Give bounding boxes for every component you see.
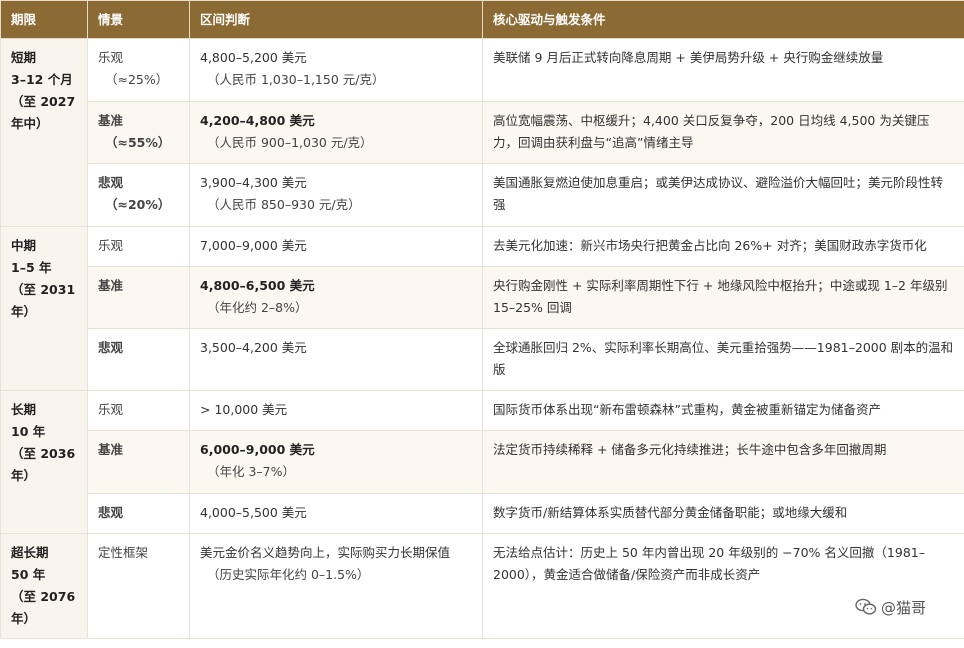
range-cell: 4,000–5,500 美元 [189, 493, 483, 534]
range-note: （人民币 850–930 元/克） [207, 197, 361, 212]
period-cell-mid: 中期 1–5 年 （至 2031 年） [0, 226, 88, 391]
period-label: 中期 [11, 238, 37, 253]
scenario-cell: 乐观 [87, 226, 190, 267]
range-cell: 3,900–4,300 美元 （人民币 850–930 元/克） [189, 163, 483, 227]
header-period: 期限 [0, 0, 88, 39]
scenario-label: 乐观 [98, 238, 124, 253]
scenario-label: 基准 [98, 278, 124, 293]
range-note: （人民币 1,030–1,150 元/克） [207, 72, 385, 87]
period-span: 3–12 个月 [11, 72, 73, 87]
driver-cell: 美国通胀复燃迫使加息重启；或美伊达成协议、避险溢价大幅回吐；美元阶段性转强 [482, 163, 964, 227]
range-note: （年化 3–7%） [207, 464, 296, 479]
period-until: （至 2076 [11, 589, 76, 604]
period-until-cont: 年中） [11, 116, 49, 131]
scenario-probability: （≈55%） [105, 135, 171, 150]
gold-forecast-table: 期限 情景 区间判断 核心驱动与触发条件 短期 3–12 个月 （至 2027 … [0, 0, 964, 639]
period-label: 短期 [11, 50, 37, 65]
range-note: （历史实际年化约 0–1.5%） [207, 567, 370, 582]
header-driver: 核心驱动与触发条件 [482, 0, 964, 39]
watermark: @猫哥 [855, 596, 926, 618]
range-value: > 10,000 美元 [200, 402, 288, 417]
period-cell-ultra: 超长期 50 年 （至 2076 年） [0, 533, 88, 639]
scenario-cell: 乐观 [87, 390, 190, 431]
period-until-cont: 年） [11, 304, 37, 319]
period-until-cont: 年） [11, 468, 37, 483]
scenario-label: 基准 [98, 113, 124, 128]
table-row: 长期 10 年 （至 2036 年） 乐观 > 10,000 美元 国际货币体系… [0, 390, 964, 534]
range-cell: 4,800–5,200 美元 （人民币 1,030–1,150 元/克） [189, 38, 483, 102]
range-cell: 4,800–6,500 美元 （年化约 2–8%） [189, 266, 483, 329]
range-value: 6,000–9,000 美元 [200, 442, 315, 457]
scenario-cell: 基准 （≈55%） [87, 101, 190, 164]
driver-cell: 数字货币/新结算体系实质替代部分黄金储备职能；或地缘大缓和 [482, 493, 964, 534]
range-value: 4,000–5,500 美元 [200, 505, 307, 520]
scenario-cell: 悲观 （≈20%） [87, 163, 190, 227]
range-value: 7,000–9,000 美元 [200, 238, 307, 253]
scenario-label: 乐观 [98, 50, 124, 65]
period-label: 超长期 [11, 545, 49, 560]
driver-cell: 国际货币体系出现“新布雷顿森林”式重构，黄金被重新锚定为储备资产 [482, 390, 964, 431]
table-row: 中期 1–5 年 （至 2031 年） 乐观 7,000–9,000 美元 去美… [0, 226, 964, 391]
header-scenario: 情景 [87, 0, 190, 39]
driver-cell: 全球通胀回归 2%、实际利率长期高位、美元重拾强势——1981–2000 剧本的… [482, 328, 964, 391]
scenario-probability: （≈25%） [105, 72, 169, 87]
driver-cell: 去美元化加速：新兴市场央行把黄金占比向 26%+ 对齐；美国财政赤字货币化 [482, 226, 964, 267]
range-cell: 7,000–9,000 美元 [189, 226, 483, 267]
range-cell: > 10,000 美元 [189, 390, 483, 431]
table-row: 基准 6,000–9,000 美元 （年化 3–7%） 法定货币持续稀释 + 储… [1, 430, 964, 494]
scenario-cell: 乐观 （≈25%） [87, 38, 190, 102]
range-value: 3,900–4,300 美元 [200, 175, 307, 190]
scenario-label: 悲观 [98, 340, 124, 355]
range-note: （年化约 2–8%） [207, 300, 308, 315]
period-until: （至 2027 [11, 94, 76, 109]
table-row: 悲观 4,000–5,500 美元 数字货币/新结算体系实质替代部分黄金储备职能… [1, 493, 964, 534]
table-row: 基准 （≈55%） 4,200–4,800 美元 （人民币 900–1,030 … [1, 101, 964, 164]
scenario-label: 悲观 [98, 175, 124, 190]
range-cell: 6,000–9,000 美元 （年化 3–7%） [189, 430, 483, 494]
scenario-label: 定性框架 [98, 545, 149, 560]
range-cell: 4,200–4,800 美元 （人民币 900–1,030 元/克） [189, 101, 483, 164]
period-cell-short: 短期 3–12 个月 （至 2027 年中） [0, 38, 88, 227]
scenario-label: 基准 [98, 442, 124, 457]
period-span: 1–5 年 [11, 260, 52, 275]
scenario-cell: 悲观 [87, 493, 190, 534]
driver-cell: 高位宽幅震荡、中枢缓升；4,400 关口反复争夺，200 日均线 4,500 为… [482, 101, 964, 164]
table-row: 超长期 50 年 （至 2076 年） 定性框架 美元金价名义趋势向上，实际购买… [0, 533, 964, 639]
table-row: 短期 3–12 个月 （至 2027 年中） 乐观 （≈25%） 4,800–5… [0, 38, 964, 227]
table-row: 悲观 （≈20%） 3,900–4,300 美元 （人民币 850–930 元/… [1, 163, 964, 227]
scenario-cell: 基准 [87, 266, 190, 329]
period-until-cont: 年） [11, 611, 37, 626]
header-range: 区间判断 [189, 0, 483, 39]
range-note: （人民币 900–1,030 元/克） [207, 135, 373, 150]
range-value: 3,500–4,200 美元 [200, 340, 307, 355]
range-value: 美元金价名义趋势向上，实际购买力长期保值 [200, 545, 451, 560]
scenario-label: 悲观 [98, 505, 124, 520]
scenario-cell: 定性框架 [87, 533, 190, 639]
range-value: 4,200–4,800 美元 [200, 113, 315, 128]
scenario-cell: 悲观 [87, 328, 190, 391]
scenario-label: 乐观 [98, 402, 124, 417]
wechat-icon [855, 598, 877, 616]
period-span: 50 年 [11, 567, 46, 582]
table-row: 基准 4,800–6,500 美元 （年化约 2–8%） 央行购金刚性 + 实际… [1, 266, 964, 329]
table-row: 悲观 3,500–4,200 美元 全球通胀回归 2%、实际利率长期高位、美元重… [1, 328, 964, 391]
period-until: （至 2036 [11, 446, 76, 461]
driver-cell: 法定货币持续稀释 + 储备多元化持续推进；长牛途中包含多年回撤周期 [482, 430, 964, 494]
period-span: 10 年 [11, 424, 46, 439]
watermark-text: @猫哥 [881, 598, 927, 617]
driver-cell: 央行购金刚性 + 实际利率周期性下行 + 地缘风险中枢抬升；中途或现 1–2 年… [482, 266, 964, 329]
scenario-probability: （≈20%） [105, 197, 171, 212]
scenario-cell: 基准 [87, 430, 190, 494]
range-value: 4,800–6,500 美元 [200, 278, 315, 293]
range-cell: 美元金价名义趋势向上，实际购买力长期保值 （历史实际年化约 0–1.5%） [189, 533, 483, 639]
driver-cell: 美联储 9 月后正式转向降息周期 + 美伊局势升级 + 央行购金继续放量 [482, 38, 964, 102]
driver-cell: 无法给点估计：历史上 50 年内曾出现 20 年级别的 −70% 名义回撤（19… [482, 533, 964, 639]
range-value: 4,800–5,200 美元 [200, 50, 307, 65]
header-row: 期限 情景 区间判断 核心驱动与触发条件 [0, 0, 964, 39]
period-cell-long: 长期 10 年 （至 2036 年） [0, 390, 88, 534]
period-until: （至 2031 [11, 282, 76, 297]
period-label: 长期 [11, 402, 37, 417]
range-cell: 3,500–4,200 美元 [189, 328, 483, 391]
